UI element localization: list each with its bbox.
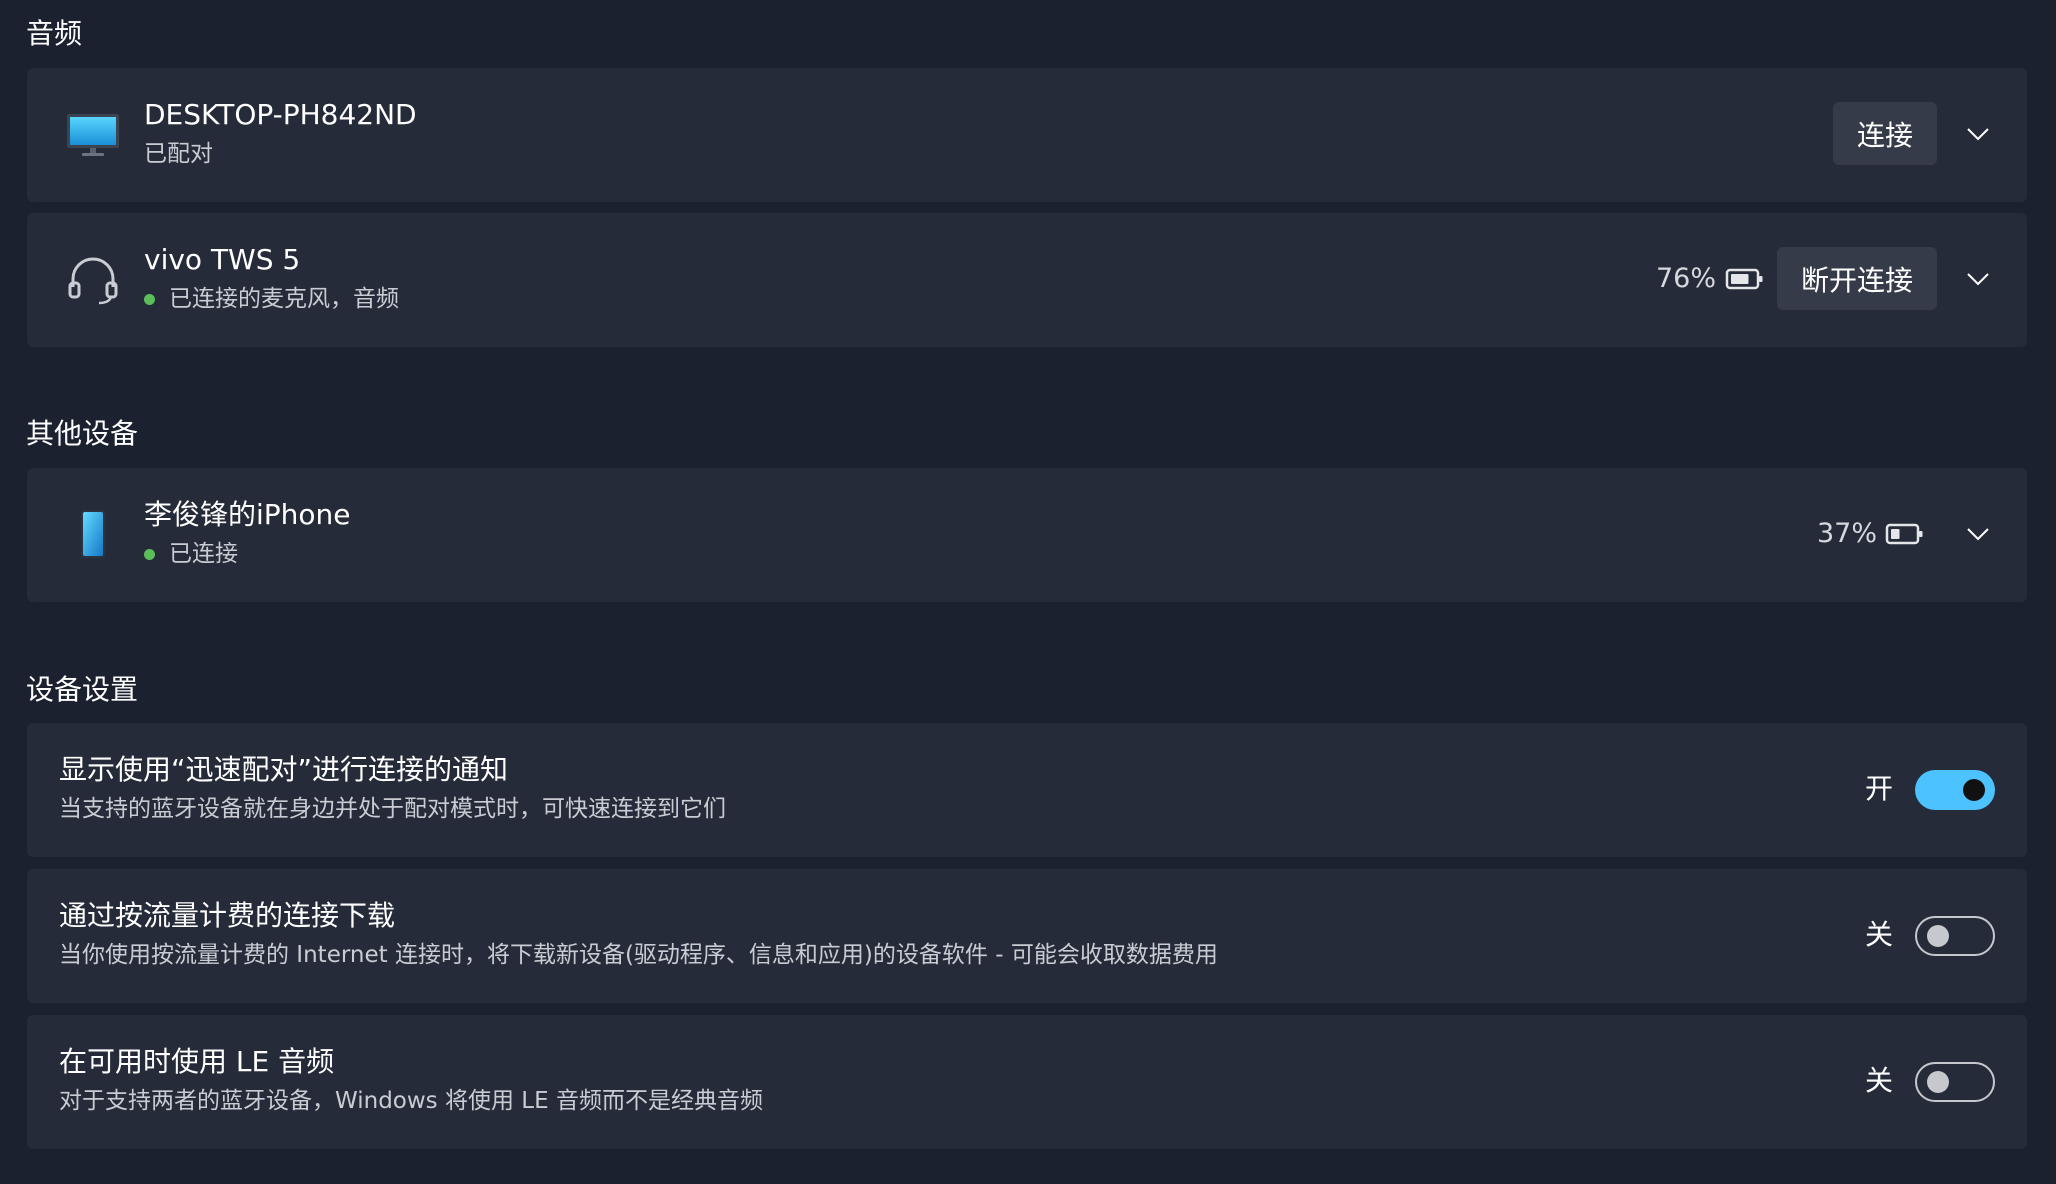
battery-icon: [1885, 523, 1923, 545]
setting-metered-download: 通过按流量计费的连接下载 当你使用按流量计费的 Internet 连接时，将下载…: [27, 869, 2027, 1003]
device-status: 已连接: [144, 541, 238, 567]
connected-dot: [144, 549, 155, 561]
device-status-text: 已连接的麦克风，音频: [169, 286, 399, 312]
headset-icon: [68, 257, 118, 305]
monitor-icon: [67, 114, 119, 156]
device-status-text: 已配对: [144, 141, 213, 167]
connect-button[interactable]: 连接: [1833, 102, 1937, 166]
device-name: 李俊锋的iPhone: [144, 498, 351, 531]
device-status: 已连接的麦克风，音频: [144, 286, 399, 312]
toggle-knob: [1963, 779, 1985, 801]
chevron-down-icon[interactable]: [1959, 515, 1997, 553]
phone-icon: [81, 510, 105, 558]
toggle-knob: [1927, 1071, 1949, 1093]
setting-title: 在可用时使用 LE 音频: [59, 1045, 335, 1078]
device-card-desktop[interactable]: DESKTOP-PH842ND 已配对 连接: [27, 68, 2027, 202]
setting-title: 显示使用“迅速配对”进行连接的通知: [59, 753, 509, 786]
disconnect-button[interactable]: 断开连接: [1777, 247, 1937, 311]
toggle-knob: [1927, 925, 1949, 947]
device-card-iphone[interactable]: 李俊锋的iPhone 已连接 37%: [27, 468, 2027, 602]
setting-title: 通过按流量计费的连接下载: [59, 899, 396, 932]
device-card-vivo-tws5[interactable]: vivo TWS 5 已连接的麦克风，音频 76% 断开连接: [27, 213, 2027, 347]
setting-le-audio: 在可用时使用 LE 音频 对于支持两者的蓝牙设备，Windows 将使用 LE …: [27, 1015, 2027, 1149]
le-audio-toggle[interactable]: [1915, 1062, 1995, 1102]
setting-description: 当你使用按流量计费的 Internet 连接时，将下载新设备(驱动程序、信息和应…: [59, 942, 1218, 968]
bluetooth-devices-page: 音频 DESKTOP-PH842ND 已配对 连接 vivo TWS 5 已连接…: [0, 0, 2056, 1184]
device-name: DESKTOP-PH842ND: [144, 98, 417, 131]
swift-pair-toggle[interactable]: [1915, 770, 1995, 810]
setting-description: 对于支持两者的蓝牙设备，Windows 将使用 LE 音频而不是经典音频: [59, 1088, 763, 1114]
chevron-down-icon[interactable]: [1959, 115, 1997, 153]
battery-percentage: 76%: [1655, 263, 1716, 294]
toggle-state-label: 开: [1864, 772, 1893, 805]
toggle-state-label: 关: [1864, 1064, 1893, 1097]
device-status: 已配对: [144, 141, 213, 167]
connected-dot: [144, 294, 155, 306]
chevron-down-icon[interactable]: [1959, 260, 1997, 298]
device-status-text: 已连接: [169, 541, 238, 567]
device-name: vivo TWS 5: [144, 243, 301, 276]
setting-swift-pair: 显示使用“迅速配对”进行连接的通知 当支持的蓝牙设备就在身边并处于配对模式时，可…: [27, 723, 2027, 857]
section-header-other-devices: 其他设备: [26, 417, 139, 450]
toggle-state-label: 关: [1864, 918, 1893, 951]
metered-download-toggle[interactable]: [1915, 916, 1995, 956]
battery-percentage: 37%: [1816, 518, 1877, 549]
section-header-device-settings: 设备设置: [26, 673, 139, 706]
section-header-audio: 音频: [26, 17, 83, 50]
setting-description: 当支持的蓝牙设备就在身边并处于配对模式时，可快速连接到它们: [59, 796, 726, 822]
battery-icon: [1725, 268, 1763, 290]
